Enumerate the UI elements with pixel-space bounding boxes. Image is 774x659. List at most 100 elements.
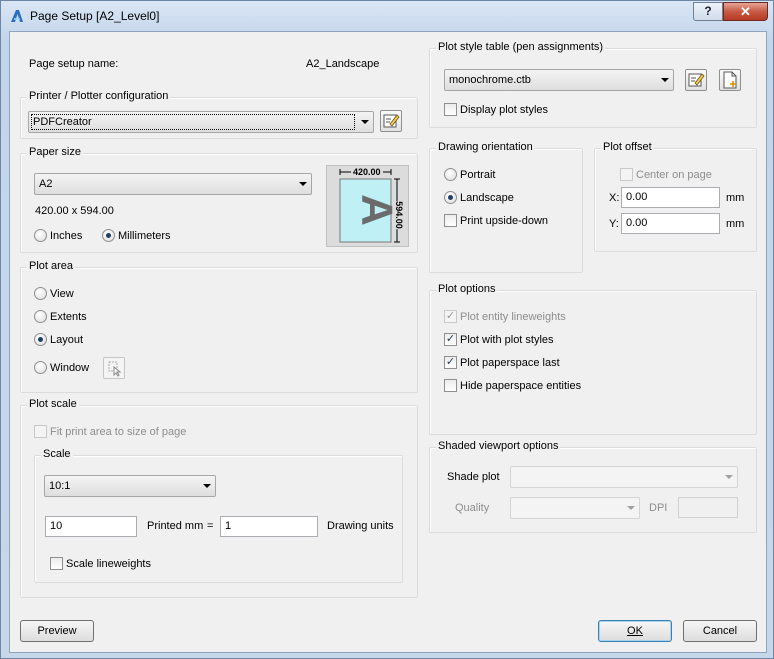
layout-radio[interactable]	[34, 333, 47, 346]
plot-with-styles-checkbox[interactable]: ✓	[444, 333, 457, 346]
dpi-label: DPI	[649, 502, 668, 514]
orientation-group-label: Drawing orientation	[436, 141, 535, 153]
edit-printer-button[interactable]	[380, 110, 402, 132]
fit-to-page-label: Fit print area to size of page	[50, 426, 187, 438]
cancel-button[interactable]: Cancel	[683, 620, 757, 642]
dpi-input[interactable]	[678, 497, 738, 518]
app-icon	[11, 10, 23, 22]
printer-select[interactable]: PDFCreator	[28, 111, 374, 133]
display-plot-styles-checkbox[interactable]	[444, 103, 457, 116]
orientation-group: Drawing orientation	[429, 141, 583, 273]
x-offset-unit: mm	[726, 192, 745, 204]
inches-label: Inches	[50, 230, 83, 242]
preview-button[interactable]: Preview	[20, 620, 94, 642]
plot-scale-group-label: Plot scale	[27, 398, 79, 410]
fit-to-page-checkbox[interactable]	[34, 425, 47, 438]
hide-paperspace-label: Hide paperspace entities	[460, 380, 582, 392]
drawing-units-input[interactable]: 1	[220, 516, 318, 537]
title-bar[interactable]: Page Setup [A2_Level0] ? ✕	[1, 1, 773, 31]
ok-button-label: OK	[627, 625, 643, 637]
paper-size-select[interactable]: A2	[34, 173, 312, 195]
x-offset-input[interactable]: 0.00	[621, 187, 720, 208]
extents-radio[interactable]	[34, 310, 47, 323]
scale-select-value: 10:1	[49, 480, 71, 492]
page-setup-dialog: Page Setup [A2_Level0] ? ✕ Page setup na…	[0, 0, 774, 659]
hide-paperspace-checkbox[interactable]	[444, 379, 457, 392]
paper-preview: A 420.00 594.00	[326, 165, 409, 247]
plot-options-group-label: Plot options	[436, 283, 498, 295]
landscape-radio[interactable]	[444, 191, 457, 204]
center-on-page-label: Center on page	[636, 169, 712, 181]
portrait-label: Portrait	[460, 169, 496, 181]
scale-group-label: Scale	[41, 448, 73, 460]
window-title: Page Setup [A2_Level0]	[30, 9, 160, 23]
x-offset-label: X:	[609, 192, 620, 204]
new-document-icon	[723, 71, 737, 89]
quality-select[interactable]	[510, 497, 640, 519]
plot-with-styles-label: Plot with plot styles	[460, 334, 554, 346]
extents-label: Extents	[50, 311, 87, 323]
scale-lineweights-label: Scale lineweights	[66, 558, 151, 570]
chevron-down-icon	[725, 475, 733, 479]
paperspace-last-label: Plot paperspace last	[460, 357, 560, 369]
paper-size-select-value: A2	[39, 178, 53, 190]
landscape-label: Landscape	[460, 192, 514, 204]
chevron-down-icon	[661, 78, 669, 82]
portrait-radio[interactable]	[444, 168, 457, 181]
edit-properties-icon	[383, 114, 400, 128]
scale-select[interactable]: 10:1	[44, 475, 216, 497]
millimeters-label: Millimeters	[118, 230, 171, 242]
preview-width-label: 420.00	[351, 167, 383, 177]
paper-size-group-label: Paper size	[27, 146, 83, 158]
plot-style-group-label: Plot style table (pen assignments)	[436, 41, 606, 53]
chevron-down-icon	[361, 120, 369, 124]
close-button[interactable]: ✕	[723, 2, 768, 21]
preview-height-label: 594.00	[393, 201, 404, 229]
y-offset-input[interactable]: 0.00	[621, 213, 720, 234]
shade-plot-select[interactable]	[510, 466, 738, 488]
millimeters-radio[interactable]	[102, 229, 115, 242]
plot-entity-lineweights-checkbox[interactable]: ✓	[444, 310, 457, 323]
shaded-viewport-group: Shaded viewport options	[429, 440, 757, 533]
printed-mm-input[interactable]: 10	[45, 516, 137, 537]
drawing-units-label: Drawing units	[327, 520, 394, 532]
chevron-down-icon	[627, 506, 635, 510]
shaded-viewport-group-label: Shaded viewport options	[436, 440, 561, 452]
pick-window-button[interactable]	[103, 357, 125, 379]
page-setup-name-value: A2_Landscape	[306, 58, 380, 70]
help-button[interactable]: ?	[693, 2, 723, 21]
scale-lineweights-checkbox[interactable]	[50, 557, 63, 570]
plot-area-group: Plot area	[20, 260, 418, 393]
quality-label: Quality	[455, 502, 490, 514]
inches-radio[interactable]	[34, 229, 47, 242]
new-plot-style-button[interactable]	[719, 69, 741, 91]
plot-entity-lineweights-label: Plot entity lineweights	[460, 311, 566, 323]
display-plot-styles-label: Display plot styles	[460, 104, 549, 116]
chevron-down-icon	[203, 484, 211, 488]
paper-dimensions: 420.00 x 594.00	[35, 205, 114, 217]
paperspace-last-checkbox[interactable]: ✓	[444, 356, 457, 369]
window-label: Window	[50, 362, 90, 374]
edit-icon	[688, 73, 705, 87]
printed-mm-label: Printed mm	[147, 520, 204, 532]
window-radio[interactable]	[34, 361, 47, 374]
view-label: View	[50, 288, 74, 300]
shade-plot-label: Shade plot	[447, 471, 500, 483]
y-offset-unit: mm	[726, 218, 745, 230]
printer-group-label: Printer / Plotter configuration	[27, 90, 171, 102]
dialog-body: Page setup name: A2_Landscape Printer / …	[9, 31, 767, 653]
layout-label: Layout	[50, 334, 84, 346]
plot-offset-group-label: Plot offset	[601, 141, 654, 153]
plot-area-group-label: Plot area	[27, 260, 76, 272]
upside-down-label: Print upside-down	[460, 215, 549, 227]
view-radio[interactable]	[34, 287, 47, 300]
ok-button[interactable]: OK	[598, 620, 672, 642]
plot-style-select[interactable]: monochrome.ctb	[444, 69, 674, 91]
focus-ring	[31, 114, 355, 130]
plot-style-select-value: monochrome.ctb	[449, 74, 531, 86]
upside-down-checkbox[interactable]	[444, 214, 457, 227]
equals-sign: =	[207, 520, 214, 532]
edit-plot-style-button[interactable]	[685, 69, 707, 91]
page-setup-name-label: Page setup name:	[29, 58, 119, 70]
center-on-page-checkbox[interactable]	[620, 168, 633, 181]
